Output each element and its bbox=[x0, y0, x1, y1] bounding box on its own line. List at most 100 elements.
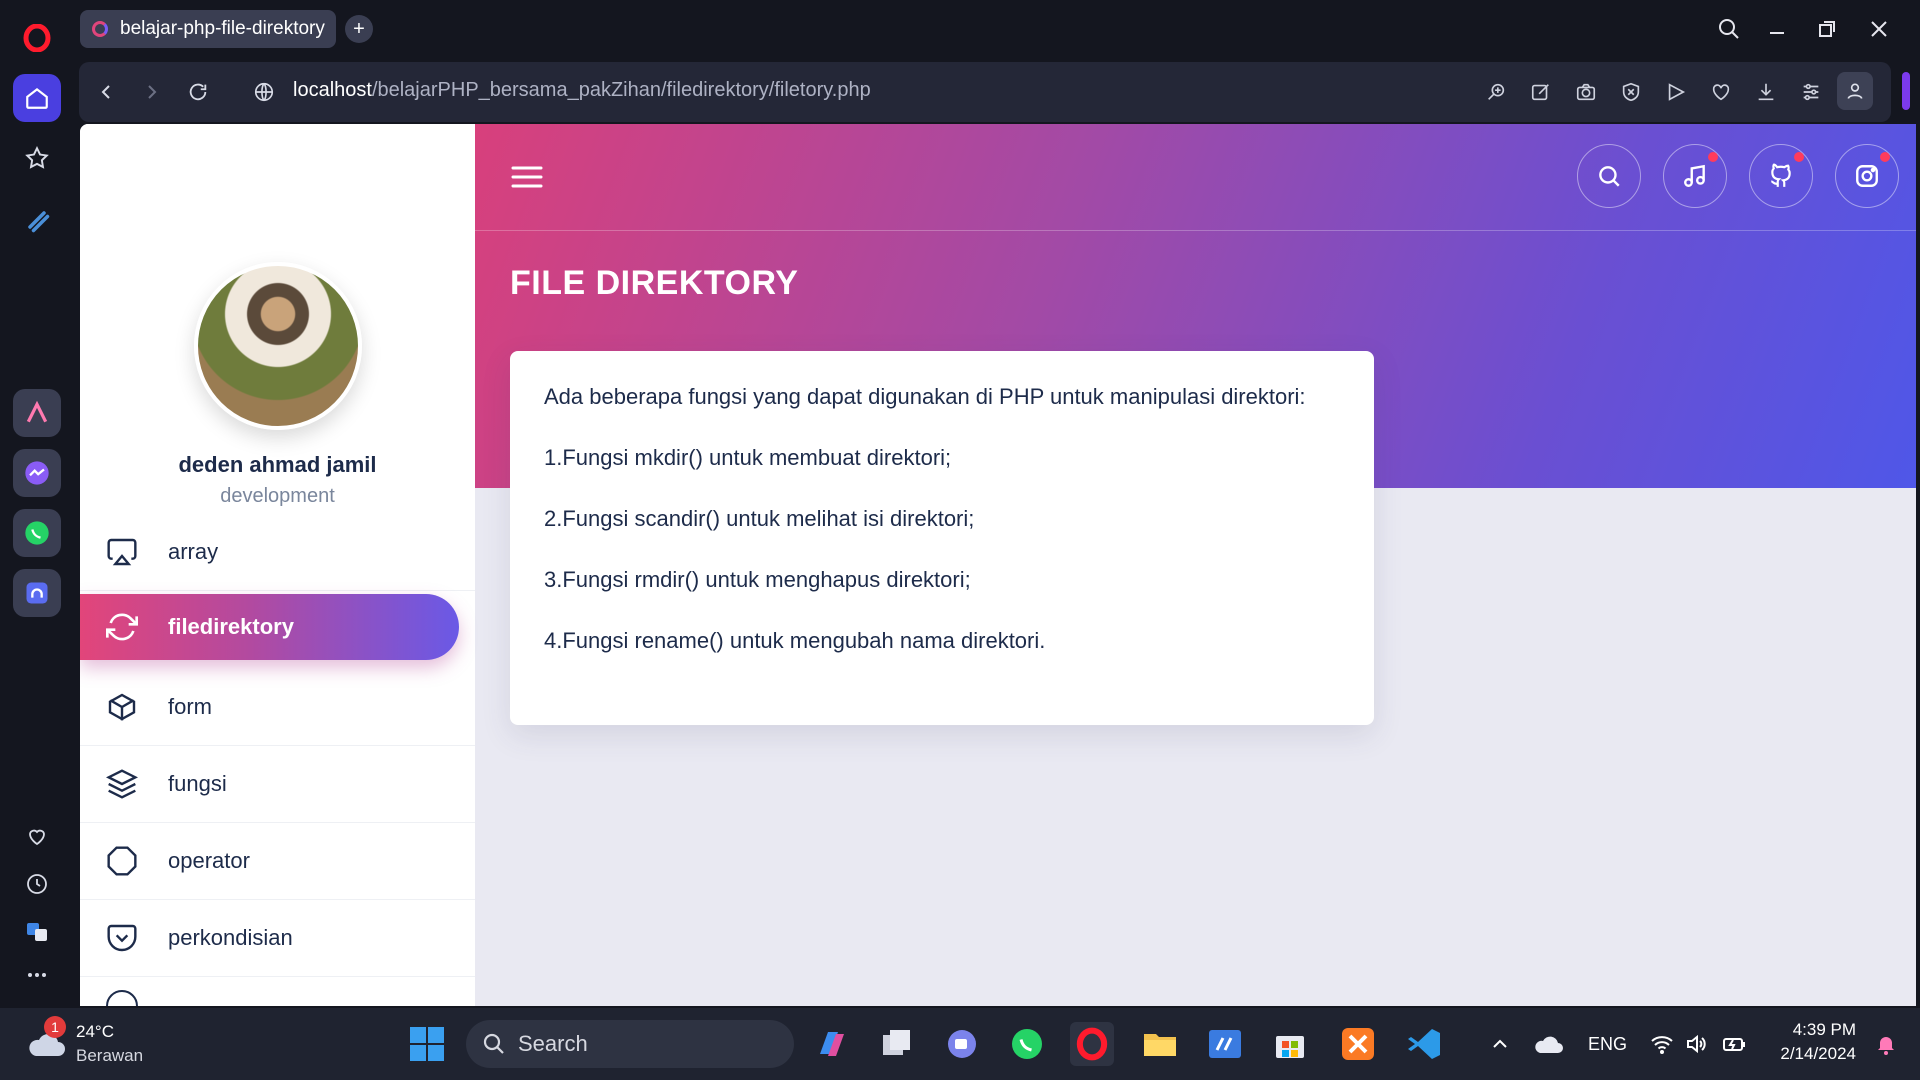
app-sidebar: deden ahmad jamil development array file… bbox=[80, 124, 475, 1006]
box-icon bbox=[106, 691, 138, 723]
user-role: development bbox=[220, 485, 335, 507]
menu-item-form[interactable]: form bbox=[80, 669, 475, 746]
card-item: 3.Fungsi rmdir() untuk menghapus direkto… bbox=[544, 567, 971, 592]
pocket-icon bbox=[106, 922, 138, 954]
adblock-icon[interactable] bbox=[1616, 77, 1646, 107]
reload-icon[interactable] bbox=[183, 77, 213, 107]
vscode-icon[interactable] bbox=[1402, 1022, 1446, 1066]
tab-loading-icon bbox=[92, 21, 108, 37]
whatsapp-taskbar-icon[interactable] bbox=[1005, 1022, 1049, 1066]
tab-title: belajar-php-file-direktory bbox=[120, 18, 325, 39]
history-icon[interactable] bbox=[13, 860, 61, 908]
more-icon[interactable] bbox=[13, 951, 61, 999]
menu-item-fungsi[interactable]: fungsi bbox=[80, 746, 475, 823]
home-icon[interactable] bbox=[13, 74, 61, 122]
menu-item-perkondisian[interactable]: perkondisian bbox=[80, 900, 475, 977]
easy-setup-icon[interactable] bbox=[1796, 77, 1826, 107]
menu-label: array bbox=[168, 539, 219, 564]
chevron-up-icon[interactable] bbox=[1478, 1022, 1522, 1066]
taskbar-search[interactable]: Search bbox=[466, 1020, 794, 1068]
card-intro: Ada beberapa fungsi yang dapat digunakan… bbox=[544, 384, 1306, 409]
camera-icon[interactable] bbox=[1571, 77, 1601, 107]
url-field[interactable]: localhost/belajarPHP_bersama_pakZihan/fi… bbox=[293, 79, 871, 102]
zoom-icon[interactable] bbox=[1481, 77, 1511, 107]
url-host: localhost bbox=[293, 79, 372, 101]
messenger-icon[interactable] bbox=[13, 449, 61, 497]
notification-dot bbox=[1794, 152, 1804, 162]
github-icon[interactable] bbox=[1749, 144, 1813, 208]
next-menu-icon bbox=[106, 990, 138, 1006]
notification-bell-icon[interactable] bbox=[1864, 1022, 1908, 1066]
bookmark-heart-icon[interactable] bbox=[1706, 77, 1736, 107]
screen: belajar-php-file-direktory + localhost/b… bbox=[0, 0, 1920, 1080]
hamburger-menu-icon[interactable] bbox=[511, 162, 543, 192]
weather-widget[interactable]: 1 24°C Berawan bbox=[26, 1016, 166, 1068]
address-bar: localhost/belajarPHP_bersama_pakZihan/fi… bbox=[79, 62, 1891, 122]
url-path: /belajarPHP_bersama_pakZihan/filedirekto… bbox=[371, 79, 871, 101]
clock-time[interactable]: 4:39 PM bbox=[1766, 1020, 1856, 1040]
menu-label: fungsi bbox=[168, 771, 227, 796]
instagram-icon[interactable] bbox=[1835, 144, 1899, 208]
heart-icon[interactable] bbox=[13, 812, 61, 860]
opera-taskbar-icon[interactable] bbox=[1070, 1022, 1114, 1066]
edit-icon[interactable] bbox=[1526, 77, 1556, 107]
top-navbar bbox=[475, 124, 1916, 231]
menu-label: form bbox=[168, 694, 212, 719]
restore-icon[interactable] bbox=[1812, 14, 1842, 44]
profile-avatar bbox=[194, 262, 362, 430]
microsoft-store-icon[interactable] bbox=[1268, 1022, 1312, 1066]
star-icon[interactable] bbox=[13, 134, 61, 182]
search-icon bbox=[482, 1032, 506, 1056]
battery-icon[interactable] bbox=[1712, 1022, 1756, 1066]
forward-icon[interactable] bbox=[137, 77, 167, 107]
menu-label: operator bbox=[168, 848, 250, 873]
weather-desc: Berawan bbox=[76, 1046, 144, 1065]
weather-temp: 24°C bbox=[76, 1022, 114, 1041]
copilot-icon[interactable] bbox=[810, 1022, 854, 1066]
search-placeholder: Search bbox=[518, 1031, 588, 1056]
account-icon[interactable] bbox=[1837, 72, 1873, 110]
task-view-icon[interactable] bbox=[875, 1022, 919, 1066]
whatsapp-icon[interactable] bbox=[13, 509, 61, 557]
aria-icon[interactable] bbox=[13, 196, 61, 244]
notification-dot bbox=[1880, 152, 1890, 162]
translate-icon[interactable] bbox=[13, 908, 61, 956]
arc-icon[interactable] bbox=[13, 389, 61, 437]
menu-item-filedirektory[interactable]: filedirektory bbox=[80, 594, 459, 660]
opera-logo-icon[interactable] bbox=[13, 14, 61, 62]
code-app-icon[interactable] bbox=[1203, 1022, 1247, 1066]
search-icon[interactable] bbox=[1577, 144, 1641, 208]
music-icon[interactable] bbox=[1663, 144, 1727, 208]
windows-taskbar: 1 24°C Berawan Search ENG 4:39 PM 2/14/2… bbox=[0, 1008, 1920, 1080]
new-tab-button[interactable]: + bbox=[345, 15, 373, 43]
close-window-icon[interactable] bbox=[1864, 14, 1894, 44]
tab-search-icon[interactable] bbox=[1714, 14, 1744, 44]
xampp-icon[interactable] bbox=[1336, 1022, 1380, 1066]
content-card: Ada beberapa fungsi yang dapat digunakan… bbox=[510, 351, 1374, 725]
card-item: 4.Fungsi rename() untuk mengubah nama di… bbox=[544, 628, 1046, 653]
send-icon[interactable] bbox=[1661, 77, 1691, 107]
opera-sidebar bbox=[0, 0, 74, 1008]
weather-badge: 1 bbox=[44, 1016, 66, 1038]
refresh-icon bbox=[106, 611, 138, 643]
site-info-icon[interactable] bbox=[249, 77, 279, 107]
onedrive-icon[interactable] bbox=[1526, 1022, 1570, 1066]
teams-icon[interactable] bbox=[940, 1022, 984, 1066]
back-icon[interactable] bbox=[91, 77, 121, 107]
menu-item-array[interactable]: array bbox=[80, 514, 475, 591]
menu-item-operator[interactable]: operator bbox=[80, 823, 475, 900]
minimize-icon[interactable] bbox=[1762, 14, 1792, 44]
airplay-icon bbox=[106, 536, 138, 568]
file-explorer-icon[interactable] bbox=[1138, 1022, 1182, 1066]
clock-date[interactable]: 2/14/2024 bbox=[1766, 1044, 1856, 1064]
sidebar-accent bbox=[1902, 72, 1910, 110]
language-indicator[interactable]: ENG bbox=[1588, 1034, 1627, 1055]
download-icon[interactable] bbox=[1751, 77, 1781, 107]
page-title: FILE DIREKTORY bbox=[510, 264, 799, 302]
windows-start-icon[interactable] bbox=[405, 1022, 449, 1066]
music-player-icon[interactable] bbox=[13, 569, 61, 617]
browser-tab[interactable]: belajar-php-file-direktory bbox=[80, 10, 336, 48]
card-item: 2.Fungsi scandir() untuk melihat isi dir… bbox=[544, 506, 975, 531]
tab-bar: belajar-php-file-direktory + bbox=[74, 0, 1920, 60]
menu-label: perkondisian bbox=[168, 925, 293, 950]
